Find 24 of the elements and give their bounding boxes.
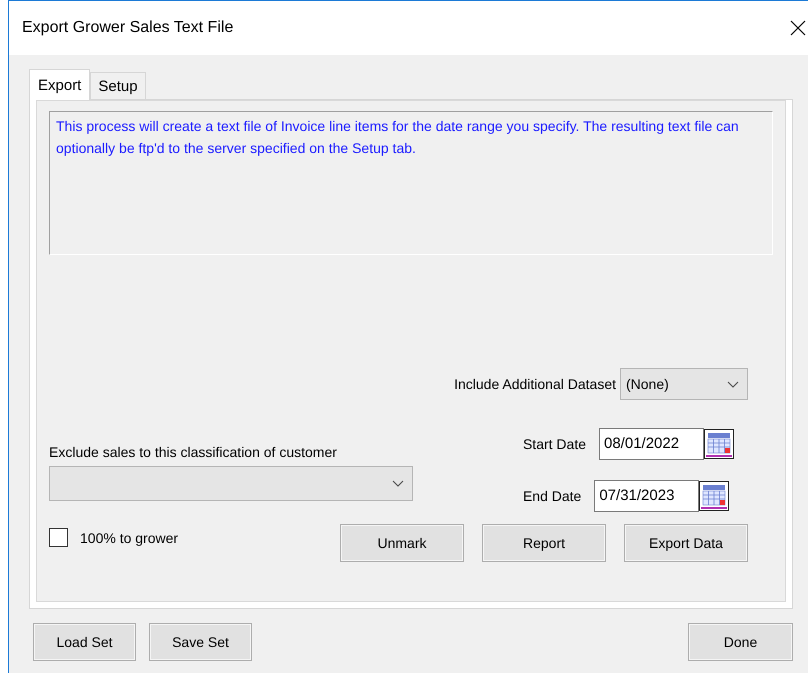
calendar-icon[interactable] xyxy=(704,429,734,459)
date-label: End Date xyxy=(522,488,582,504)
action-button[interactable]: Export Data xyxy=(624,524,748,562)
checkbox-label: 100% to grower xyxy=(80,530,178,546)
calendar-icon[interactable] xyxy=(699,481,730,511)
date-field[interactable]: 08/01/2022 xyxy=(599,428,704,460)
tab[interactable]: Export xyxy=(29,69,90,100)
window-title: Export Grower Sales Text File xyxy=(22,19,234,37)
dataset-label: Include Additional Dataset xyxy=(454,376,616,392)
date-label: Start Date xyxy=(522,436,586,452)
chevron-down-icon xyxy=(727,380,739,388)
chevron-down-icon xyxy=(392,480,404,487)
footer-button[interactable]: Load Set xyxy=(33,623,136,661)
footer-button[interactable]: Save Set xyxy=(149,623,252,661)
action-button[interactable]: Report xyxy=(482,524,606,562)
tab[interactable]: Setup xyxy=(90,72,146,99)
action-button[interactable]: Unmark xyxy=(340,524,464,562)
date-field[interactable]: 07/31/2023 xyxy=(594,480,700,512)
exclude-label: Exclude sales to this classification of customer xyxy=(49,444,338,460)
checkbox[interactable] xyxy=(49,528,68,547)
description-text: This process will create a text file of Invoice line items for the date range you specify. The resulting text file can optionally be ftp'd to the server specified on the Setup tab. xyxy=(56,118,739,156)
done-button[interactable]: Done xyxy=(688,623,793,661)
close-icon[interactable] xyxy=(790,20,806,36)
dataset-dropdown[interactable]: (None) xyxy=(620,368,748,400)
